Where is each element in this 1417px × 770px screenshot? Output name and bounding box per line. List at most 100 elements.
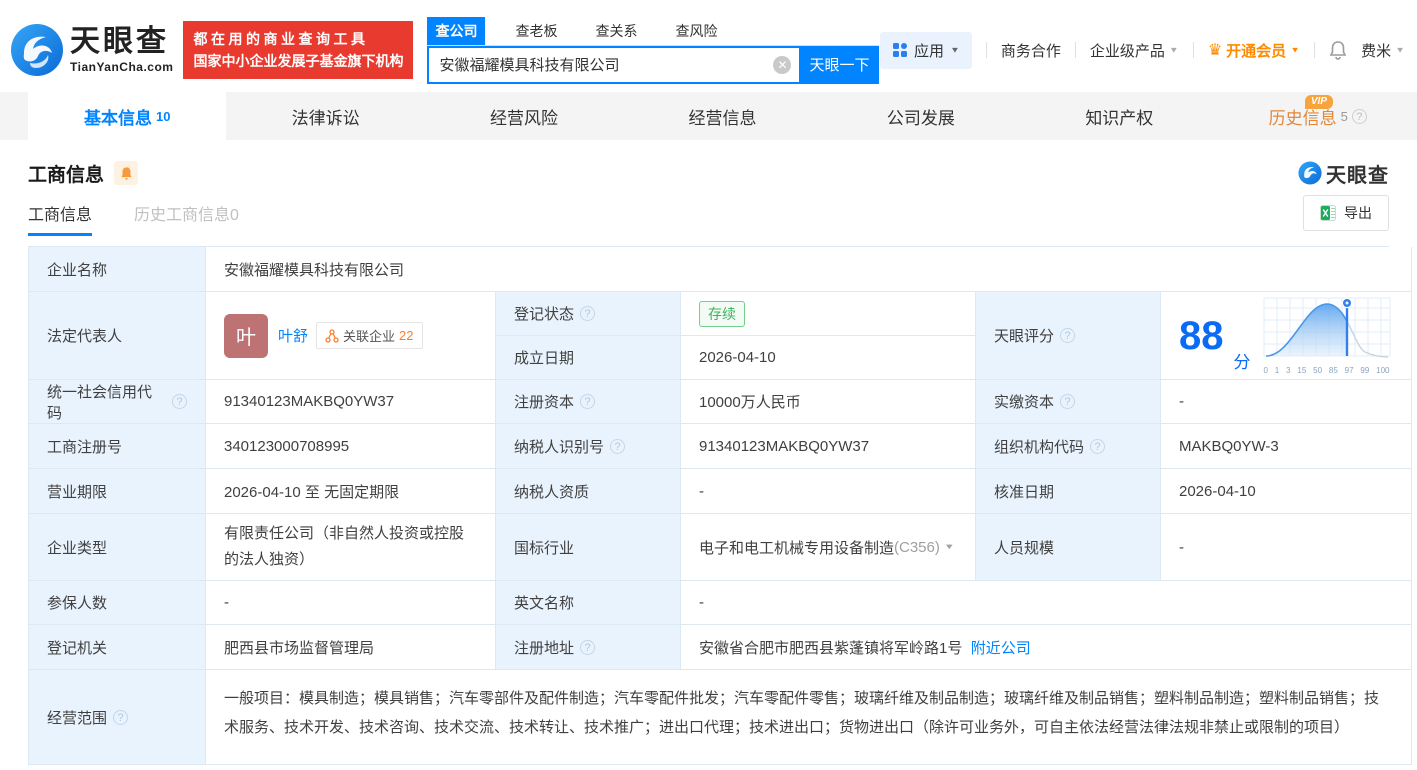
legal-rep-label: 法定代表人 bbox=[29, 292, 206, 380]
chevron-down-icon[interactable] bbox=[944, 541, 955, 553]
related-companies-count: 22 bbox=[399, 328, 414, 343]
menu-divider bbox=[1192, 42, 1194, 58]
tab-history-info[interactable]: VIP 历史信息 5 bbox=[1219, 92, 1417, 140]
help-icon[interactable] bbox=[1090, 438, 1106, 454]
score-tick: 3 bbox=[1286, 366, 1291, 375]
address-value: 安徽省合肥市肥西县紫蓬镇将军岭路1号 附近公司 bbox=[681, 625, 1412, 670]
tab-basic-info[interactable]: 基本信息 10 bbox=[28, 92, 227, 140]
business-term-value: 2026-04-10 至 无固定期限 bbox=[206, 469, 496, 514]
score-tick: 0 bbox=[1263, 366, 1268, 375]
help-icon[interactable] bbox=[113, 709, 129, 725]
clear-search-icon[interactable] bbox=[773, 55, 792, 74]
apps-grid-icon bbox=[892, 43, 907, 57]
industry-value[interactable]: 电子和电工机械专用设备制造 (C356) bbox=[681, 514, 976, 581]
legal-rep-avatar[interactable]: 叶 bbox=[224, 313, 268, 358]
user-account-menu[interactable]: 费米 bbox=[1361, 40, 1405, 61]
help-icon[interactable] bbox=[580, 639, 596, 655]
top-header: 天眼查 TianYanCha.com 都在用的商业查询工具 国家中小企业发展子基… bbox=[0, 0, 1417, 92]
business-cooperation-link[interactable]: 商务合作 bbox=[1001, 40, 1061, 61]
vip-badge: VIP bbox=[1304, 95, 1333, 109]
business-scope-value: 一般项目：模具制造；模具销售；汽车零部件及配件制造；汽车零配件批发；汽车零配件零… bbox=[206, 670, 1412, 765]
apps-menu[interactable]: 应用 bbox=[879, 31, 972, 69]
chevron-down-icon bbox=[1169, 46, 1179, 55]
org-code-label: 组织机构代码 bbox=[976, 424, 1161, 469]
approval-date-value: 2026-04-10 bbox=[1161, 469, 1412, 514]
slogan-line1: 都在用的商业查询工具 bbox=[193, 30, 369, 47]
enterprise-products-menu[interactable]: 企业级产品 bbox=[1090, 40, 1179, 61]
tab-count: 5 bbox=[1340, 108, 1348, 124]
insured-label: 参保人数 bbox=[29, 581, 206, 625]
subtab-business-info[interactable]: 工商信息 bbox=[28, 190, 93, 236]
legal-rep-name-link[interactable]: 叶舒 bbox=[278, 325, 308, 346]
company-type-value: 有限责任公司（非自然人投资或控股的法人独资） bbox=[206, 514, 496, 581]
nearby-companies-link[interactable]: 附近公司 bbox=[971, 637, 1031, 658]
apps-menu-label: 应用 bbox=[913, 42, 944, 60]
help-icon[interactable] bbox=[580, 306, 596, 321]
english-name-label: 英文名称 bbox=[496, 581, 681, 625]
tianyancha-logo[interactable]: 天眼查 TianYanCha.com bbox=[10, 23, 173, 77]
score-distribution-chart: 0 1 3 15 50 85 97 99 100 bbox=[1261, 296, 1393, 375]
company-nav-tabs: 基本信息 10 法律诉讼 经营风险 经营信息 公司发展 知识产权 VIP 历史信息… bbox=[0, 92, 1417, 140]
watermark-logo: 天眼查 bbox=[1298, 159, 1389, 188]
notification-bell-icon[interactable] bbox=[1329, 40, 1347, 60]
taxpayer-quality-label: 纳税人资质 bbox=[496, 469, 681, 514]
est-date-label: 成立日期 bbox=[496, 336, 681, 380]
score-tick: 85 bbox=[1328, 366, 1338, 375]
help-icon[interactable] bbox=[1060, 328, 1076, 343]
watermark-logo-text: 天眼查 bbox=[1326, 164, 1389, 187]
business-scope-label: 经营范围 bbox=[29, 670, 206, 765]
industry-label: 国标行业 bbox=[496, 514, 681, 581]
tianyancha-logo-icon bbox=[11, 24, 63, 76]
paid-capital-value: - bbox=[1161, 380, 1412, 424]
export-button[interactable]: 导出 bbox=[1303, 195, 1389, 231]
header-menu: 应用 商务合作 企业级产品 开通会员 费米 bbox=[879, 31, 1405, 69]
insured-value: - bbox=[206, 581, 496, 625]
score-value: 88 分 0 1 3 15 50 85 97 99 100 bbox=[1161, 292, 1412, 380]
chevron-down-icon bbox=[1395, 46, 1405, 55]
subscribe-bell-button[interactable] bbox=[114, 161, 139, 185]
menu-divider bbox=[985, 42, 987, 58]
credit-code-label: 统一社会信用代码 bbox=[29, 380, 206, 424]
search-tab-boss[interactable]: 查老板 bbox=[507, 17, 565, 45]
company-name-value: 安徽福耀模具科技有限公司 bbox=[206, 247, 1412, 292]
section-title: 工商信息 bbox=[28, 164, 105, 186]
search-tab-risk[interactable]: 查风险 bbox=[667, 17, 725, 45]
score-tick: 15 bbox=[1297, 366, 1307, 375]
taxpayer-id-label: 纳税人识别号 bbox=[496, 424, 681, 469]
search-tab-relation[interactable]: 查关系 bbox=[587, 17, 645, 45]
reg-capital-label: 注册资本 bbox=[496, 380, 681, 424]
company-type-label: 企业类型 bbox=[29, 514, 206, 581]
related-companies-badge[interactable]: 关联企业 22 bbox=[316, 322, 423, 349]
score-tick: 97 bbox=[1344, 366, 1354, 375]
reg-number-value: 340123000708995 bbox=[206, 424, 496, 469]
search-button[interactable]: 天眼一下 bbox=[799, 45, 880, 84]
chevron-down-icon bbox=[1290, 46, 1300, 55]
menu-divider bbox=[1314, 42, 1316, 58]
tab-operation-risk[interactable]: 经营风险 bbox=[425, 92, 623, 140]
excel-icon bbox=[1320, 205, 1336, 221]
staff-size-value: - bbox=[1161, 514, 1412, 581]
slogan-banner: 都在用的商业查询工具 国家中小企业发展子基金旗下机构 bbox=[183, 20, 414, 80]
business-info-table: 企业名称 安徽福耀模具科技有限公司 法定代表人 叶 叶舒 关联企业 22 登记状… bbox=[28, 246, 1412, 765]
paid-capital-label: 实缴资本 bbox=[976, 380, 1161, 424]
bell-icon bbox=[120, 166, 132, 180]
search-input[interactable] bbox=[429, 47, 800, 82]
tab-intellectual-property[interactable]: 知识产权 bbox=[1020, 92, 1218, 140]
tab-legal-proceedings[interactable]: 法律诉讼 bbox=[226, 92, 424, 140]
tab-company-development[interactable]: 公司发展 bbox=[822, 92, 1020, 140]
reg-capital-value: 10000万人民币 bbox=[681, 380, 976, 424]
slogan-line2: 国家中小企业发展子基金旗下机构 bbox=[193, 53, 404, 69]
help-icon[interactable] bbox=[580, 394, 596, 409]
help-icon[interactable] bbox=[172, 394, 187, 409]
business-term-label: 营业期限 bbox=[29, 469, 206, 514]
subtab-history-business-info[interactable]: 历史工商信息0 bbox=[134, 190, 239, 236]
tab-operation-info[interactable]: 经营信息 bbox=[623, 92, 821, 140]
chevron-down-icon bbox=[950, 46, 960, 55]
help-icon[interactable] bbox=[1060, 394, 1076, 409]
search-tab-company[interactable]: 查公司 bbox=[427, 16, 486, 45]
reg-authority-label: 登记机关 bbox=[29, 625, 206, 670]
open-vip-menu[interactable]: 开通会员 bbox=[1208, 40, 1300, 61]
help-icon[interactable] bbox=[1351, 108, 1367, 124]
help-icon[interactable] bbox=[610, 438, 626, 454]
